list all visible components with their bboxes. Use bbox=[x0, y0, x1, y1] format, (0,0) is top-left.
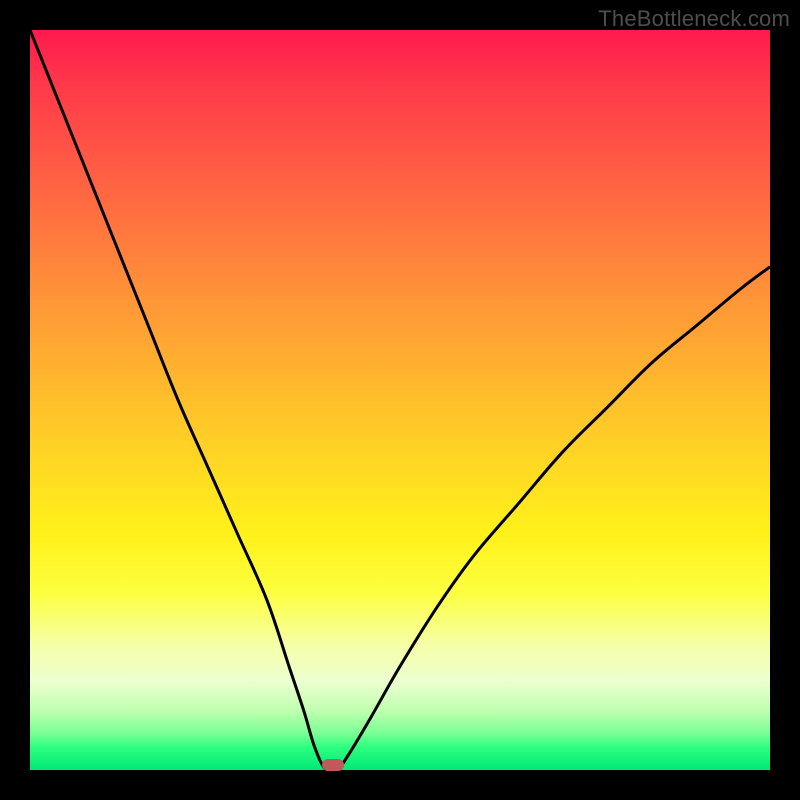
bottleneck-curve bbox=[30, 30, 770, 770]
chart-frame: TheBottleneck.com bbox=[0, 0, 800, 800]
watermark-text: TheBottleneck.com bbox=[598, 6, 790, 32]
curve-path bbox=[30, 30, 770, 770]
plot-area bbox=[30, 30, 770, 770]
optimal-marker bbox=[322, 759, 344, 771]
